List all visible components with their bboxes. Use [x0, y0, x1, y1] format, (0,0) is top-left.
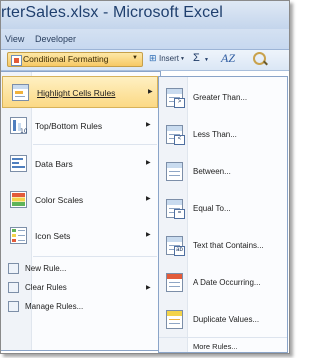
- svg-text:10: 10: [20, 128, 27, 134]
- icon-sets-icon: [10, 227, 27, 244]
- menu-separator: [33, 144, 157, 145]
- more-rules-label: More Rules...: [193, 342, 238, 351]
- autosum-button[interactable]: Σ ▼: [193, 52, 215, 67]
- conditional-formatting-button[interactable]: Conditional Formatting ▼: [7, 52, 143, 67]
- highlight-cells-submenu: > Greater Than... < Less Than... Between…: [158, 76, 288, 353]
- submenu-item-equal-to[interactable]: = Equal To...: [159, 192, 287, 226]
- chevron-down-icon: ▼: [204, 57, 209, 63]
- text-contains-icon: ab: [166, 236, 185, 256]
- menu-item-label: New Rule...: [25, 264, 67, 273]
- calendar-icon: [166, 273, 183, 292]
- manage-rules-icon: [8, 301, 19, 312]
- chevron-down-icon: ▼: [132, 55, 138, 61]
- sort-filter-icon[interactable]: AZ: [221, 51, 235, 66]
- equal-to-icon: =: [166, 199, 185, 219]
- conditional-formatting-label: Conditional Formatting: [23, 54, 109, 64]
- submenu-item-label: Equal To...: [193, 204, 231, 213]
- tab-developer[interactable]: Developer: [35, 34, 76, 44]
- menu-item-label: Color Scales: [35, 195, 84, 205]
- chevron-down-icon: ▼: [180, 56, 185, 62]
- duplicate-values-icon: [166, 310, 183, 329]
- submenu-item-between[interactable]: Between...: [159, 155, 287, 189]
- greater-than-icon: >: [166, 88, 185, 108]
- menu-item-data-bars[interactable]: Data Bars ▶: [1, 148, 159, 180]
- menu-item-color-scales[interactable]: Color Scales ▶: [1, 184, 159, 216]
- insert-cells-button[interactable]: ⊞ Insert ▼: [149, 52, 187, 67]
- find-select-icon[interactable]: [251, 50, 269, 68]
- menu-item-label: Manage Rules...: [25, 302, 84, 311]
- submenu-arrow-icon: ▶: [148, 89, 153, 95]
- conditional-formatting-icon: [11, 55, 22, 66]
- top-bottom-icon: 10: [10, 117, 27, 134]
- submenu-arrow-icon: ▶: [146, 160, 151, 166]
- data-bars-icon: [10, 155, 27, 172]
- tab-view[interactable]: View: [5, 34, 24, 44]
- menu-item-label: Highlight Cells Rules: [37, 88, 116, 98]
- submenu-item-label: Duplicate Values...: [193, 315, 260, 324]
- menu-item-new-rule[interactable]: New Rule...: [1, 260, 159, 278]
- submenu-item-label: Text that Contains...: [193, 241, 264, 250]
- menu-item-label: Clear Rules: [25, 283, 67, 292]
- submenu-item-more-rules[interactable]: More Rules...: [159, 337, 287, 353]
- color-scales-icon: [10, 191, 27, 208]
- menu-item-icon-sets[interactable]: Icon Sets ▶: [1, 220, 159, 252]
- menu-item-highlight-cells-rules[interactable]: Highlight Cells Rules ▶: [2, 76, 158, 108]
- menu-item-manage-rules[interactable]: Manage Rules...: [1, 298, 159, 316]
- between-icon: [166, 162, 183, 181]
- clear-rules-icon: [8, 282, 19, 293]
- submenu-item-date-occurring[interactable]: A Date Occurring...: [159, 266, 287, 300]
- submenu-item-duplicate-values[interactable]: Duplicate Values...: [159, 303, 287, 337]
- insert-cells-icon: ⊞: [149, 53, 157, 63]
- menu-item-label: Icon Sets: [35, 231, 71, 241]
- submenu-arrow-icon: ▶: [146, 196, 151, 202]
- title-bar: rterSales.xlsx - Microsoft Excel: [1, 1, 289, 29]
- excel-window: rterSales.xlsx - Microsoft Excel View De…: [0, 0, 290, 354]
- ribbon-body: Conditional Formatting ▼ ⊞ Insert ▼ Σ ▼ …: [1, 50, 289, 71]
- ribbon-tabs: View Developer: [1, 29, 289, 50]
- menu-item-clear-rules[interactable]: Clear Rules ▶: [1, 279, 159, 297]
- new-rule-icon: [8, 263, 19, 274]
- submenu-arrow-icon: ▶: [146, 122, 151, 128]
- submenu-item-greater-than[interactable]: > Greater Than...: [159, 81, 287, 115]
- less-than-icon: <: [166, 125, 185, 145]
- conditional-formatting-menu: Highlight Cells Rules ▶ 10 Top/Bottom Ru…: [1, 71, 161, 351]
- window-title: rterSales.xlsx - Microsoft Excel: [1, 4, 223, 21]
- menu-item-top-bottom-rules[interactable]: 10 Top/Bottom Rules ▶: [1, 110, 159, 142]
- submenu-arrow-icon: ▶: [146, 285, 151, 291]
- submenu-item-label: Greater Than...: [193, 93, 248, 102]
- submenu-item-label: Less Than...: [193, 130, 237, 139]
- autosum-icon: Σ: [193, 52, 200, 64]
- menu-item-label: Top/Bottom Rules: [35, 121, 103, 131]
- submenu-item-less-than[interactable]: < Less Than...: [159, 118, 287, 152]
- insert-label: Insert: [159, 54, 180, 63]
- submenu-item-label: Between...: [193, 167, 231, 176]
- menu-item-label: Data Bars: [35, 159, 73, 169]
- submenu-arrow-icon: ▶: [146, 232, 151, 238]
- highlight-cells-icon: [12, 84, 29, 101]
- submenu-item-label: A Date Occurring...: [193, 278, 261, 287]
- submenu-item-text-contains[interactable]: ab Text that Contains...: [159, 229, 287, 263]
- menu-separator: [33, 256, 157, 257]
